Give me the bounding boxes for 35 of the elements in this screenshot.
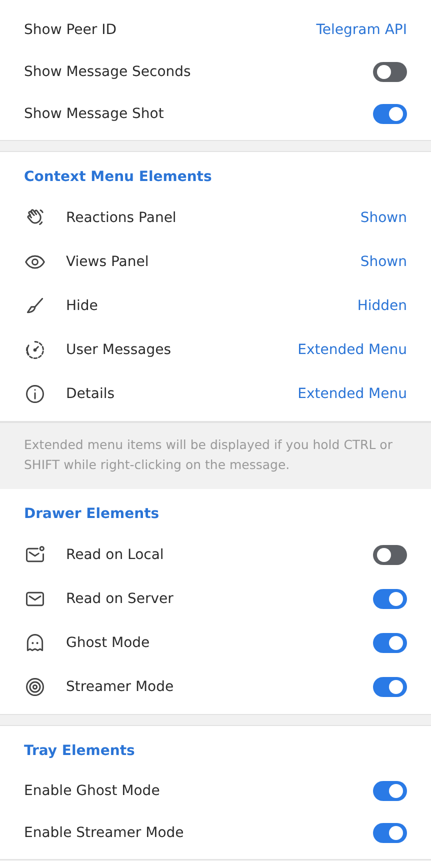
setting-value-link[interactable]: Shown: [360, 254, 407, 270]
setting-label: Details: [66, 386, 116, 402]
setting-value-link[interactable]: Extended Menu: [298, 342, 407, 358]
toggle-switch[interactable]: [373, 677, 407, 697]
ghost-icon: [24, 632, 46, 654]
toggle-switch[interactable]: [373, 589, 407, 609]
toggle-switch[interactable]: [373, 633, 407, 653]
setting-label: Show Peer ID: [24, 22, 118, 38]
section-title: Tray Elements: [23, 742, 136, 761]
info-icon: [24, 383, 46, 405]
setting-label: Read on Local: [66, 547, 165, 563]
section-title: Drawer Elements: [23, 505, 160, 524]
setting-label: User Messages: [66, 342, 172, 358]
setting-label: Views Panel: [66, 254, 150, 270]
toggle-switch[interactable]: [373, 781, 407, 801]
toggle-switch[interactable]: [373, 545, 407, 565]
toggle-switch[interactable]: [373, 62, 407, 82]
setting-value-link[interactable]: Shown: [360, 210, 407, 226]
setting-value-link[interactable]: Telegram API: [316, 22, 407, 38]
setting-label: Streamer Mode: [66, 679, 175, 695]
setting-label: Show Message Seconds: [24, 64, 192, 80]
setting-value-link[interactable]: Hidden: [357, 298, 407, 314]
setting-label: Enable Streamer Mode: [24, 825, 185, 841]
setting-label: Hide: [66, 298, 99, 314]
radar-icon: [24, 676, 46, 698]
setting-label: Enable Ghost Mode: [24, 783, 161, 799]
setting-value-link[interactable]: Extended Menu: [298, 386, 407, 402]
gauge-icon: [24, 339, 46, 361]
setting-label: Reactions Panel: [66, 210, 178, 226]
toggle-switch[interactable]: [373, 104, 407, 124]
setting-label: Ghost Mode: [66, 635, 151, 651]
setting-label: Read on Server: [66, 591, 174, 607]
section-title: Context Menu Elements: [23, 168, 213, 187]
toggle-switch[interactable]: [373, 823, 407, 843]
setting-label: Show Message Shot: [24, 106, 165, 122]
